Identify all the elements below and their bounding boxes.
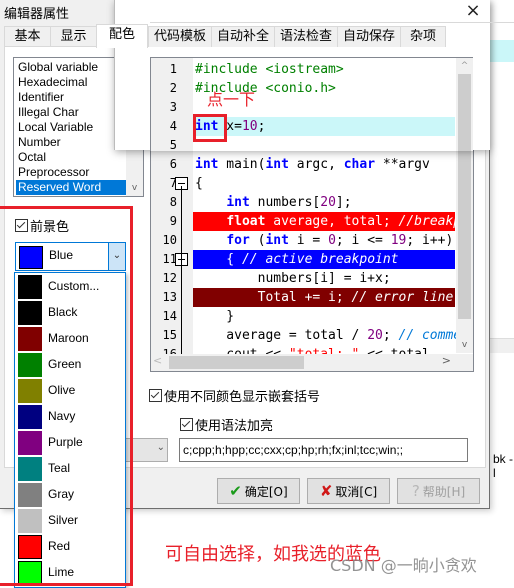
list-item[interactable]: Number	[16, 135, 126, 150]
code-line[interactable]: 12 numbers[i] = i+x;	[151, 269, 455, 288]
background-text: bk -l	[493, 452, 514, 480]
code-line[interactable]: 9 float average, total; //breakpoint	[151, 212, 473, 231]
code-text: Total += i; // error line	[195, 290, 454, 305]
line-number: 11	[162, 252, 177, 266]
line-number: 12	[162, 271, 177, 285]
line-number: 13	[162, 290, 177, 304]
background-toolbar	[490, 338, 514, 353]
code-line[interactable]: 8 int numbers[20];	[151, 193, 455, 212]
editor-vertical-scrollbar[interactable]: ^	[456, 58, 473, 151]
tab-basic[interactable]: 基本	[4, 26, 51, 47]
code-line[interactable]: 11 { // active breakpoint	[151, 250, 455, 269]
ok-button[interactable]: ✔ 确定[O]	[217, 478, 300, 504]
cancel-label: 取消[C]	[335, 485, 378, 499]
help-button[interactable]: ? 帮助[H]	[397, 478, 480, 504]
code-text: #include <iostream>	[195, 62, 344, 77]
list-item[interactable]: Preprocessor	[16, 165, 126, 180]
overlay-popup: 1 #include <iostream> 2 #include <conio.h> 3…	[115, 0, 514, 151]
file-extensions-input[interactable]: c;cpp;h;hpp;cc;cxx;cp;hp;rh;fx;inl;tcc;w…	[179, 438, 468, 462]
line-number: 9	[169, 214, 177, 228]
dialog-title: 编辑器属性	[4, 7, 70, 22]
line-number: 10	[162, 233, 177, 247]
scrollbar-thumb[interactable]	[458, 74, 471, 151]
code-text: int main(int argc, char **argv	[195, 157, 430, 172]
list-item[interactable]: Global variable	[16, 60, 126, 75]
tab-autosave[interactable]: 自动保存	[337, 26, 401, 47]
ok-label: 确定[O]	[244, 485, 288, 499]
code-line[interactable]: 2#include <conio.h>	[151, 79, 455, 98]
code-line[interactable]: 6 int main(int argc, char **argv	[151, 155, 455, 174]
line-number: 1	[169, 62, 177, 76]
background-highlight-strip	[490, 40, 514, 62]
list-item[interactable]: Identifier	[16, 90, 126, 105]
line-number: 3	[169, 100, 177, 114]
line-number: 2	[169, 81, 177, 95]
cross-icon: ✘	[319, 482, 333, 500]
close-icon[interactable]: ×	[458, 0, 488, 24]
code-text: numbers[i] = i+x;	[195, 271, 391, 286]
syntax-highlight-label: 使用语法加亮	[195, 419, 274, 434]
tab-misc[interactable]: 杂项	[400, 26, 446, 47]
tab-colors[interactable]: 配色	[96, 24, 148, 48]
code-text: int numbers[20];	[226, 195, 352, 210]
code-line[interactable]: 15 average = total / 20; // comment	[151, 326, 473, 345]
popup-tab-bar: 代码模板 自动补全 语法检查 自动保存 杂项	[148, 26, 490, 48]
code-line[interactable]: 10 for (int i = 0; i <= 19; i++)	[151, 231, 455, 250]
line-number: 7	[169, 176, 177, 190]
code-text: { // active breakpoint	[195, 252, 399, 267]
chevron-down-icon[interactable]: ⌄	[157, 442, 165, 453]
scroll-left-icon[interactable]: <	[153, 354, 162, 367]
list-item[interactable]: Octal	[16, 150, 126, 165]
line-number: 15	[162, 328, 177, 342]
annotation-click-hint: 点一下	[207, 90, 256, 109]
code-text: }	[195, 309, 235, 324]
tab-code-templates[interactable]: 代码模板	[148, 26, 212, 47]
csdn-watermark: CSDN @一晌小贪欢	[330, 556, 477, 575]
tab-display[interactable]: 显示	[50, 26, 97, 47]
scroll-right-icon[interactable]: >	[442, 354, 451, 367]
help-icon: ?	[411, 482, 420, 500]
list-item[interactable]: Hexadecimal	[16, 75, 126, 90]
code-text: average = total / 20; // comment	[195, 328, 474, 343]
line-number: 4	[169, 119, 177, 133]
popup-edge	[114, 0, 115, 150]
checkbox-checked-icon[interactable]	[149, 389, 162, 402]
syntax-highlight-checkbox[interactable]: 使用语法加亮	[180, 415, 273, 434]
fold-line	[181, 186, 182, 356]
nested-brackets-label: 使用不同颜色显示嵌套括号	[164, 390, 321, 405]
cancel-button[interactable]: ✘ 取消[C]	[307, 478, 390, 504]
list-item-selected[interactable]: Reserved Word	[16, 180, 126, 195]
line-number: 6	[169, 157, 177, 171]
line-number: 14	[162, 309, 177, 323]
code-line[interactable]: 13 Total += i; // error line	[151, 288, 455, 307]
code-line[interactable]: 7{	[151, 174, 455, 193]
annotation-highlight-box	[193, 114, 227, 142]
scroll-down-icon[interactable]: v	[126, 180, 143, 196]
scroll-up-icon[interactable]: ^	[456, 58, 473, 74]
code-text: for (int i = 0; i <= 19; i++)	[226, 233, 454, 248]
checkbox-checked-icon[interactable]	[180, 418, 193, 431]
line-number: 5	[169, 138, 177, 151]
scrollbar-thumb[interactable]	[169, 356, 304, 369]
code-line[interactable]: 14 }	[151, 307, 455, 326]
annotation-foreground-box	[0, 206, 133, 586]
list-item[interactable]: Illegal Char	[16, 105, 126, 120]
tab-syntax-check[interactable]: 语法检查	[274, 26, 338, 47]
code-text: {	[195, 176, 203, 191]
scroll-down-icon[interactable]: v	[456, 337, 473, 353]
line-number: 8	[169, 195, 177, 209]
help-label: 帮助[H]	[422, 485, 466, 499]
list-item[interactable]: Local Variable	[16, 120, 126, 135]
code-text: float average, total; //breakpoint	[226, 214, 473, 229]
editor-horizontal-scrollbar[interactable]: < >	[151, 354, 473, 371]
tab-autocomplete[interactable]: 自动补全	[211, 26, 275, 47]
code-line[interactable]: 1 #include <iostream>	[151, 60, 455, 79]
checkmark-icon: ✔	[229, 482, 242, 500]
nested-brackets-checkbox[interactable]: 使用不同颜色显示嵌套括号	[149, 386, 320, 405]
